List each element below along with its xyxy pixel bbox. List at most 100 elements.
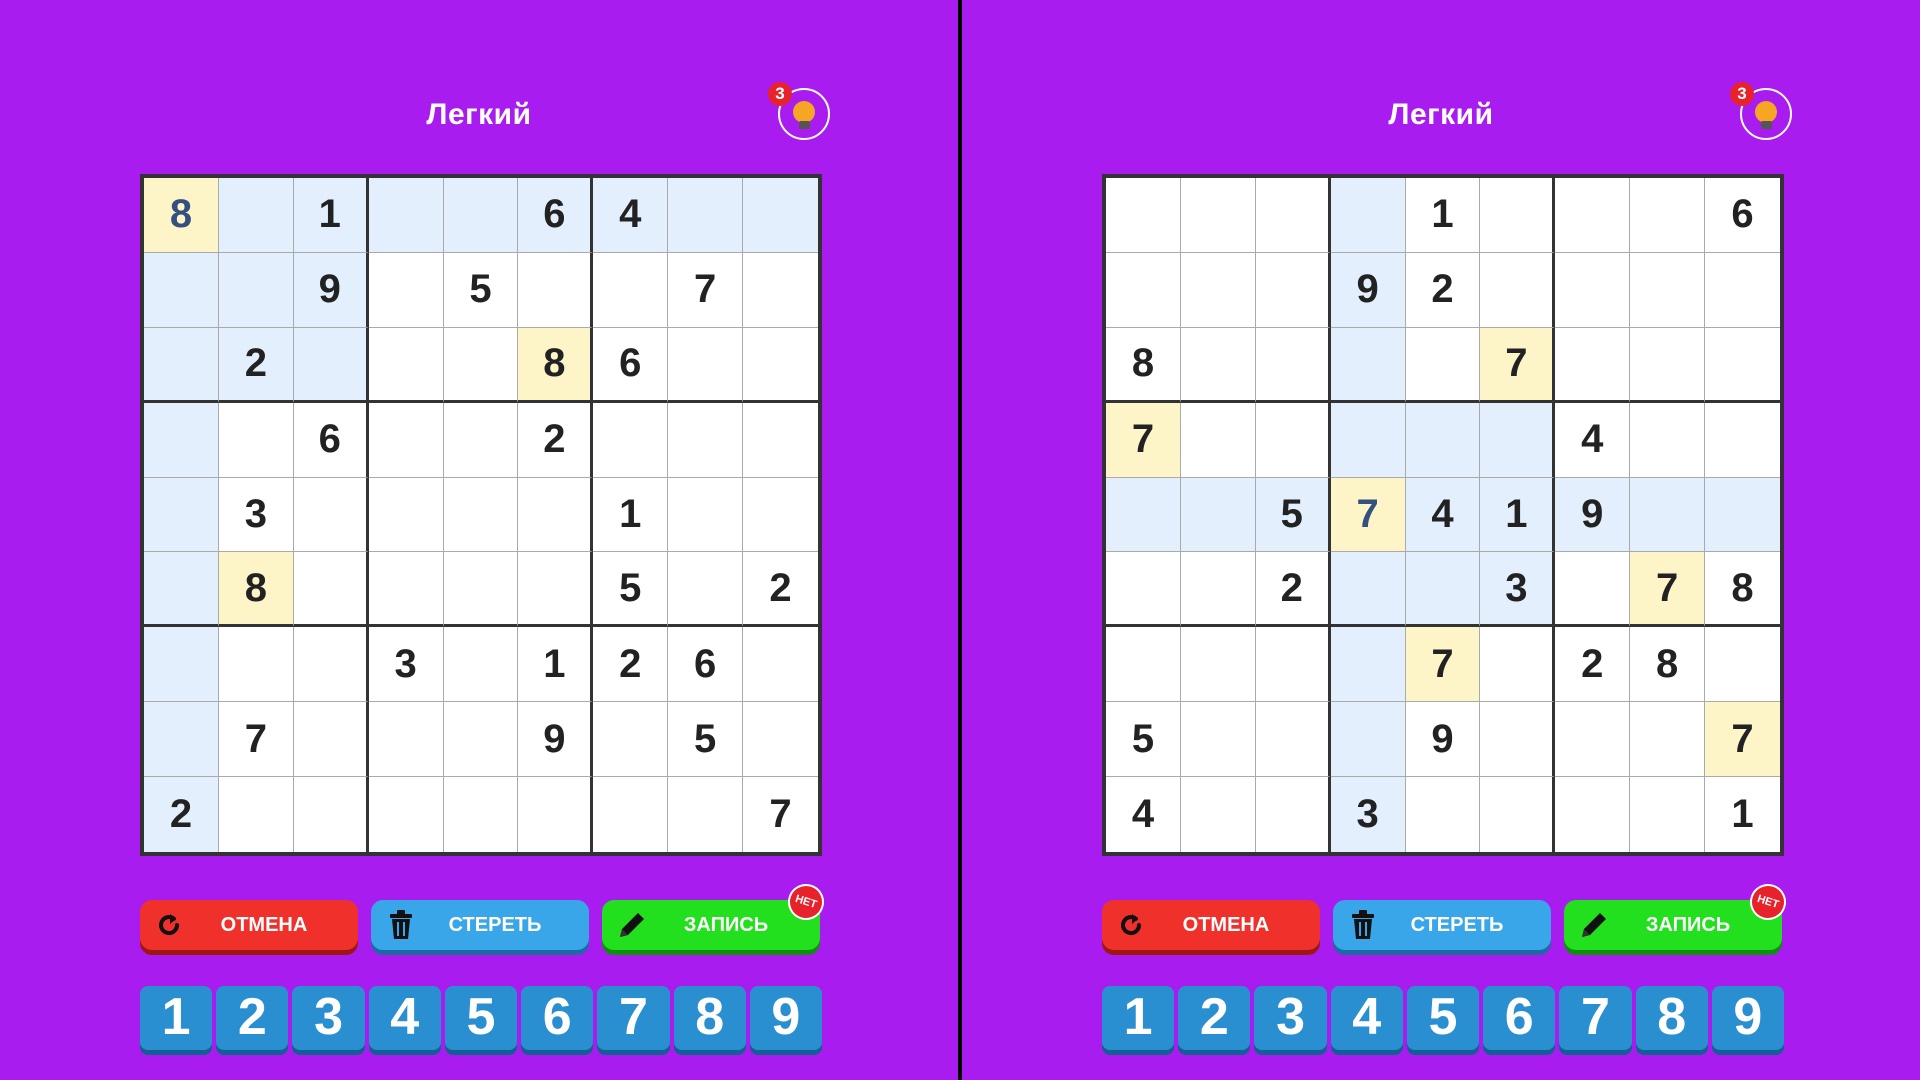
sudoku-cell[interactable] [368, 777, 444, 852]
number-key[interactable]: 2 [1178, 986, 1251, 1050]
sudoku-cell[interactable]: 7 [1330, 477, 1406, 553]
sudoku-cell[interactable]: 1 [518, 627, 594, 703]
sudoku-cell[interactable] [518, 777, 594, 852]
sudoku-cell[interactable]: 9 [1330, 252, 1406, 328]
sudoku-cell[interactable]: 4 [593, 178, 669, 253]
sudoku-cell[interactable] [1106, 178, 1181, 253]
sudoku-cell[interactable] [218, 402, 294, 478]
sudoku-cell[interactable] [743, 402, 818, 478]
sudoku-cell[interactable]: 7 [668, 252, 744, 328]
sudoku-cell[interactable] [1630, 178, 1706, 253]
sudoku-cell[interactable]: 7 [1630, 552, 1706, 628]
number-key[interactable]: 2 [216, 986, 289, 1050]
sudoku-cell[interactable] [593, 252, 669, 328]
sudoku-cell[interactable]: 6 [668, 627, 744, 703]
sudoku-cell[interactable] [1555, 327, 1631, 403]
number-key[interactable]: 3 [292, 986, 365, 1050]
sudoku-cell[interactable]: 7 [218, 702, 294, 778]
sudoku-cell[interactable] [743, 178, 818, 253]
sudoku-cell[interactable]: 8 [1705, 552, 1780, 628]
sudoku-cell[interactable] [668, 552, 744, 628]
sudoku-cell[interactable]: 1 [593, 477, 669, 553]
sudoku-cell[interactable] [293, 327, 369, 403]
number-key[interactable]: 8 [1635, 986, 1708, 1050]
sudoku-cell[interactable]: 8 [518, 327, 594, 403]
sudoku-cell[interactable] [1255, 702, 1331, 778]
sudoku-cell[interactable] [443, 702, 519, 778]
sudoku-cell[interactable] [743, 252, 818, 328]
sudoku-cell[interactable] [1255, 178, 1331, 253]
sudoku-cell[interactable] [293, 627, 369, 703]
sudoku-cell[interactable] [368, 252, 444, 328]
sudoku-cell[interactable] [1106, 252, 1181, 328]
sudoku-cell[interactable] [443, 552, 519, 628]
sudoku-cell[interactable]: 6 [293, 402, 369, 478]
sudoku-cell[interactable] [1330, 702, 1406, 778]
sudoku-cell[interactable]: 5 [668, 702, 744, 778]
sudoku-cell[interactable] [1180, 327, 1256, 403]
number-key[interactable]: 5 [444, 986, 518, 1050]
sudoku-cell[interactable]: 5 [593, 552, 669, 628]
sudoku-cell[interactable] [1705, 327, 1780, 403]
sudoku-cell[interactable]: 6 [518, 178, 594, 253]
sudoku-cell[interactable]: 2 [1405, 252, 1481, 328]
sudoku-cell[interactable] [1480, 777, 1556, 852]
sudoku-cell[interactable] [1180, 552, 1256, 628]
sudoku-cell[interactable] [293, 777, 369, 852]
sudoku-cell[interactable] [1480, 627, 1556, 703]
sudoku-cell[interactable] [443, 777, 519, 852]
sudoku-cell[interactable] [1180, 702, 1256, 778]
sudoku-cell[interactable] [1555, 702, 1631, 778]
sudoku-cell[interactable] [1705, 627, 1780, 703]
number-key[interactable]: 7 [597, 986, 670, 1050]
erase-button[interactable]: СТЕРЕТЬ [371, 900, 589, 950]
sudoku-cell[interactable] [443, 477, 519, 553]
sudoku-cell[interactable]: 8 [1630, 627, 1706, 703]
sudoku-cell[interactable] [593, 777, 669, 852]
sudoku-cell[interactable] [218, 777, 294, 852]
sudoku-cell[interactable] [1405, 327, 1481, 403]
sudoku-cell[interactable] [144, 327, 219, 403]
sudoku-cell[interactable]: 2 [1255, 552, 1331, 628]
sudoku-cell[interactable]: 6 [593, 327, 669, 403]
number-key[interactable]: 8 [673, 986, 746, 1050]
sudoku-cell[interactable] [144, 477, 219, 553]
notes-toggle-button[interactable]: ЗАПИСЬ НЕТ [602, 879, 829, 950]
sudoku-cell[interactable] [1330, 552, 1406, 628]
sudoku-cell[interactable]: 7 [1405, 627, 1481, 703]
sudoku-cell[interactable]: 9 [1555, 477, 1631, 553]
sudoku-cell[interactable] [443, 178, 519, 253]
sudoku-cell[interactable] [1330, 327, 1406, 403]
sudoku-cell[interactable] [443, 327, 519, 403]
sudoku-cell[interactable] [668, 402, 744, 478]
sudoku-cell[interactable]: 4 [1405, 477, 1481, 553]
number-key[interactable]: 4 [368, 986, 441, 1050]
sudoku-cell[interactable] [743, 702, 818, 778]
sudoku-cell[interactable] [144, 702, 219, 778]
number-key[interactable]: 6 [1483, 986, 1556, 1050]
sudoku-cell[interactable] [518, 552, 594, 628]
sudoku-cell[interactable] [1255, 327, 1331, 403]
sudoku-cell[interactable] [368, 552, 444, 628]
number-key[interactable]: 5 [1406, 986, 1480, 1050]
sudoku-cell[interactable] [1330, 402, 1406, 478]
undo-button[interactable]: ОТМЕНА [1102, 900, 1320, 950]
sudoku-cell[interactable] [1630, 777, 1706, 852]
sudoku-cell[interactable] [1330, 627, 1406, 703]
hint-button[interactable]: 3 [1730, 82, 1792, 140]
sudoku-cell[interactable] [1630, 327, 1706, 403]
sudoku-cell[interactable]: 8 [144, 178, 219, 253]
erase-button[interactable]: СТЕРЕТЬ [1333, 900, 1551, 950]
sudoku-cell[interactable]: 2 [144, 777, 219, 852]
sudoku-cell[interactable] [1480, 252, 1556, 328]
sudoku-cell[interactable] [593, 402, 669, 478]
sudoku-cell[interactable] [1630, 402, 1706, 478]
sudoku-cell[interactable] [368, 327, 444, 403]
sudoku-cell[interactable] [1405, 402, 1481, 478]
sudoku-cell[interactable] [1106, 552, 1181, 628]
sudoku-cell[interactable]: 8 [218, 552, 294, 628]
sudoku-cell[interactable] [293, 702, 369, 778]
sudoku-cell[interactable] [1555, 777, 1631, 852]
sudoku-cell[interactable] [1405, 552, 1481, 628]
sudoku-cell[interactable] [1255, 402, 1331, 478]
